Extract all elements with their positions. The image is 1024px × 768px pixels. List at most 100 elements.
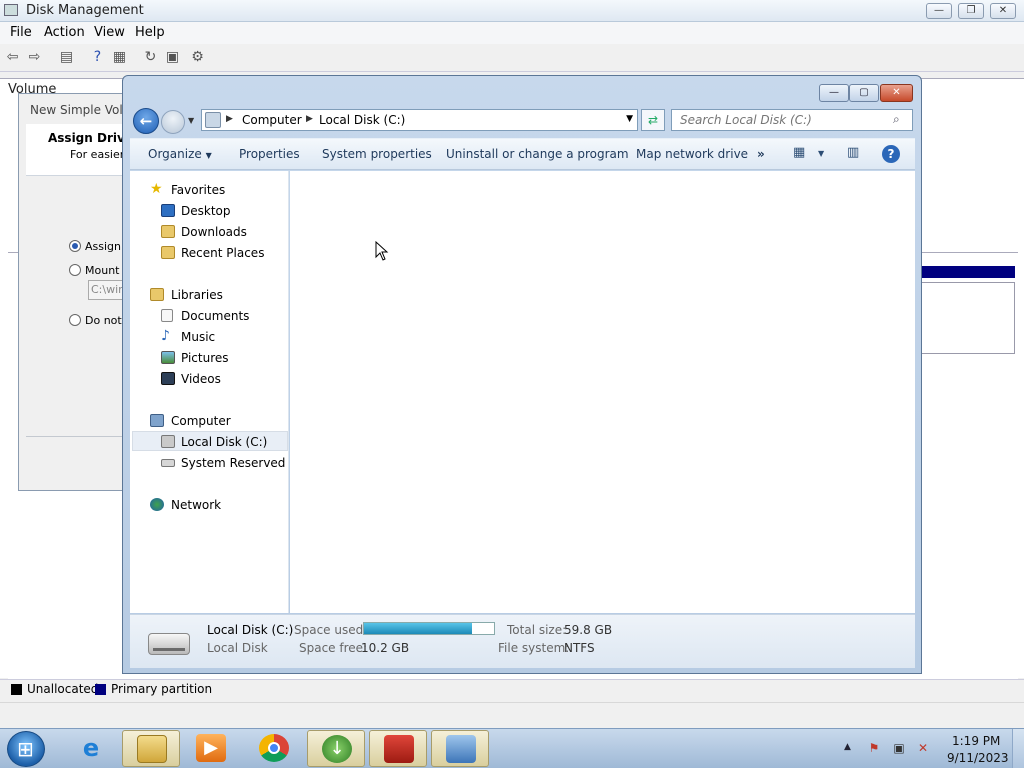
- computer-icon: [150, 414, 164, 427]
- taskbar-windows-explorer[interactable]: [122, 730, 180, 767]
- preview-pane-icon[interactable]: ▥: [847, 145, 859, 160]
- change-view-icon[interactable]: ▦: [793, 145, 805, 160]
- clock-date[interactable]: 9/11/2023: [947, 751, 1009, 765]
- taskbar-media-player[interactable]: ▶: [182, 730, 240, 767]
- new-simple-volume-wizard: New Simple Volu Assign Drive For easier …: [18, 93, 135, 491]
- mouse-cursor-icon: [375, 241, 389, 261]
- address-bar[interactable]: ▶ Computer ▶ Local Disk (C:) ▼: [201, 109, 638, 131]
- menu-file[interactable]: File: [10, 25, 32, 40]
- forward-button[interactable]: [161, 110, 185, 134]
- space-used-fill: [364, 623, 472, 634]
- properties-button[interactable]: Properties: [239, 147, 300, 161]
- radio-assign-drive-letter[interactable]: [69, 240, 81, 252]
- nav-videos[interactable]: Videos: [130, 369, 288, 389]
- breadcrumb-local-disk[interactable]: Local Disk (C:): [319, 113, 405, 127]
- settings-icon[interactable]: ⚙: [189, 49, 206, 66]
- start-button[interactable]: [7, 731, 45, 767]
- legend-swatch-unallocated: [11, 684, 22, 695]
- more-commands-button[interactable]: »: [757, 147, 765, 161]
- organize-button[interactable]: Organize ▼: [148, 147, 212, 161]
- taskbar-toolbox[interactable]: [369, 730, 427, 767]
- search-icon[interactable]: ⌕: [893, 112, 900, 127]
- option-mount-label: Mount i: [85, 264, 127, 277]
- refresh-button[interactable]: ⇄: [641, 109, 665, 131]
- radio-do-not-assign[interactable]: [69, 314, 81, 326]
- back-arrow-icon[interactable]: ⇦: [4, 49, 21, 66]
- refresh-icon[interactable]: ↻: [142, 49, 159, 66]
- nav-system-reserved[interactable]: System Reserved (E:): [130, 453, 288, 473]
- nav-libraries[interactable]: Libraries: [130, 285, 288, 305]
- download-manager-icon: ↓: [322, 735, 352, 763]
- partition-box[interactable]: [921, 282, 1015, 354]
- search-input[interactable]: [671, 109, 913, 131]
- legend-label-primary: Primary partition: [111, 682, 213, 696]
- forward-arrow-icon[interactable]: ⇨: [26, 49, 43, 66]
- taskbar-download-manager[interactable]: ↓: [307, 730, 365, 767]
- toolbox-icon: [384, 735, 414, 763]
- nav-label: Recent Places: [181, 246, 265, 260]
- breadcrumb-separator-icon[interactable]: ▶: [226, 114, 233, 124]
- list-view-icon[interactable]: ▦: [111, 49, 128, 66]
- system-properties-button[interactable]: System properties: [322, 147, 432, 161]
- menu-bar: File Action View Help: [0, 22, 1024, 44]
- total-size-value: 59.8 GB: [564, 623, 613, 637]
- space-used-label: Space used:: [294, 623, 368, 637]
- nav-music[interactable]: ♪ Music: [130, 327, 288, 347]
- nav-label: Videos: [181, 372, 221, 386]
- nav-pictures[interactable]: Pictures: [130, 348, 288, 368]
- breadcrumb-computer[interactable]: Computer: [242, 113, 302, 127]
- recent-places-icon: [161, 246, 175, 259]
- menu-action[interactable]: Action: [44, 25, 85, 40]
- clock-time[interactable]: 1:19 PM: [952, 734, 1000, 748]
- address-dropdown-icon[interactable]: ▼: [626, 114, 633, 124]
- nav-computer[interactable]: Computer: [130, 411, 288, 431]
- explorer-close-button[interactable]: ✕: [880, 84, 913, 102]
- breadcrumb-separator-icon[interactable]: ▶: [306, 114, 313, 124]
- total-size-label: Total size:: [507, 623, 567, 637]
- menu-help[interactable]: Help: [135, 25, 165, 40]
- nav-favorites[interactable]: ★ Favorites: [130, 180, 288, 200]
- explorer-maximize-button[interactable]: ▢: [849, 84, 879, 102]
- nav-desktop[interactable]: Desktop: [130, 201, 288, 221]
- explorer-minimize-button[interactable]: —: [819, 84, 849, 102]
- back-button[interactable]: ←: [133, 108, 159, 134]
- uninstall-program-button[interactable]: Uninstall or change a program: [446, 147, 629, 161]
- drive-type: Local Disk: [207, 641, 268, 655]
- show-hide-tree-icon[interactable]: ▤: [58, 49, 75, 66]
- disk-management-title: Disk Management: [26, 3, 144, 18]
- taskbar-control-panel[interactable]: [431, 730, 489, 767]
- nav-local-disk-c[interactable]: Local Disk (C:): [132, 431, 288, 451]
- file-system-value: NTFS: [564, 641, 595, 655]
- properties-icon[interactable]: ▣: [164, 49, 181, 66]
- radio-mount-folder[interactable]: [69, 264, 81, 276]
- nav-network[interactable]: Network: [130, 495, 288, 515]
- taskbar-chrome[interactable]: [245, 730, 303, 767]
- file-list-pane[interactable]: [290, 171, 915, 613]
- action-center-warning-icon[interactable]: ⚑: [866, 740, 882, 756]
- downloads-folder-icon: [161, 225, 175, 238]
- nav-documents[interactable]: Documents: [130, 306, 288, 326]
- help-book-icon[interactable]: ?: [89, 49, 106, 66]
- disk-management-app-icon: [4, 4, 18, 16]
- close-button[interactable]: ✕: [990, 3, 1016, 19]
- nav-label: System Reserved (E:): [181, 456, 288, 470]
- network-status-icon[interactable]: ▣: [891, 740, 907, 756]
- menu-view[interactable]: View: [94, 25, 125, 40]
- minimize-button[interactable]: —: [926, 3, 952, 19]
- taskbar-internet-explorer[interactable]: e: [62, 730, 120, 767]
- restore-button[interactable]: ❐: [958, 3, 984, 19]
- nav-recent-places[interactable]: Recent Places: [130, 243, 288, 263]
- show-desktop-button[interactable]: [1012, 729, 1024, 768]
- map-network-drive-button[interactable]: Map network drive: [636, 147, 748, 161]
- chrome-icon: [259, 734, 289, 762]
- nav-label: Downloads: [181, 225, 247, 239]
- view-options-dropdown-icon[interactable]: ▼: [818, 149, 824, 158]
- nav-label: Favorites: [171, 183, 226, 197]
- nav-downloads[interactable]: Downloads: [130, 222, 288, 242]
- volume-muted-icon[interactable]: ✕: [915, 740, 931, 756]
- help-icon[interactable]: ?: [882, 145, 900, 163]
- recent-pages-dropdown-icon[interactable]: ▼: [188, 116, 194, 125]
- taskbar: e ▶ ↓ ▲ ⚑ ▣ ✕ 1:19 PM 9/11/2023: [0, 728, 1024, 768]
- show-hidden-icons-icon[interactable]: ▲: [844, 742, 851, 752]
- wizard-separator: [26, 436, 129, 437]
